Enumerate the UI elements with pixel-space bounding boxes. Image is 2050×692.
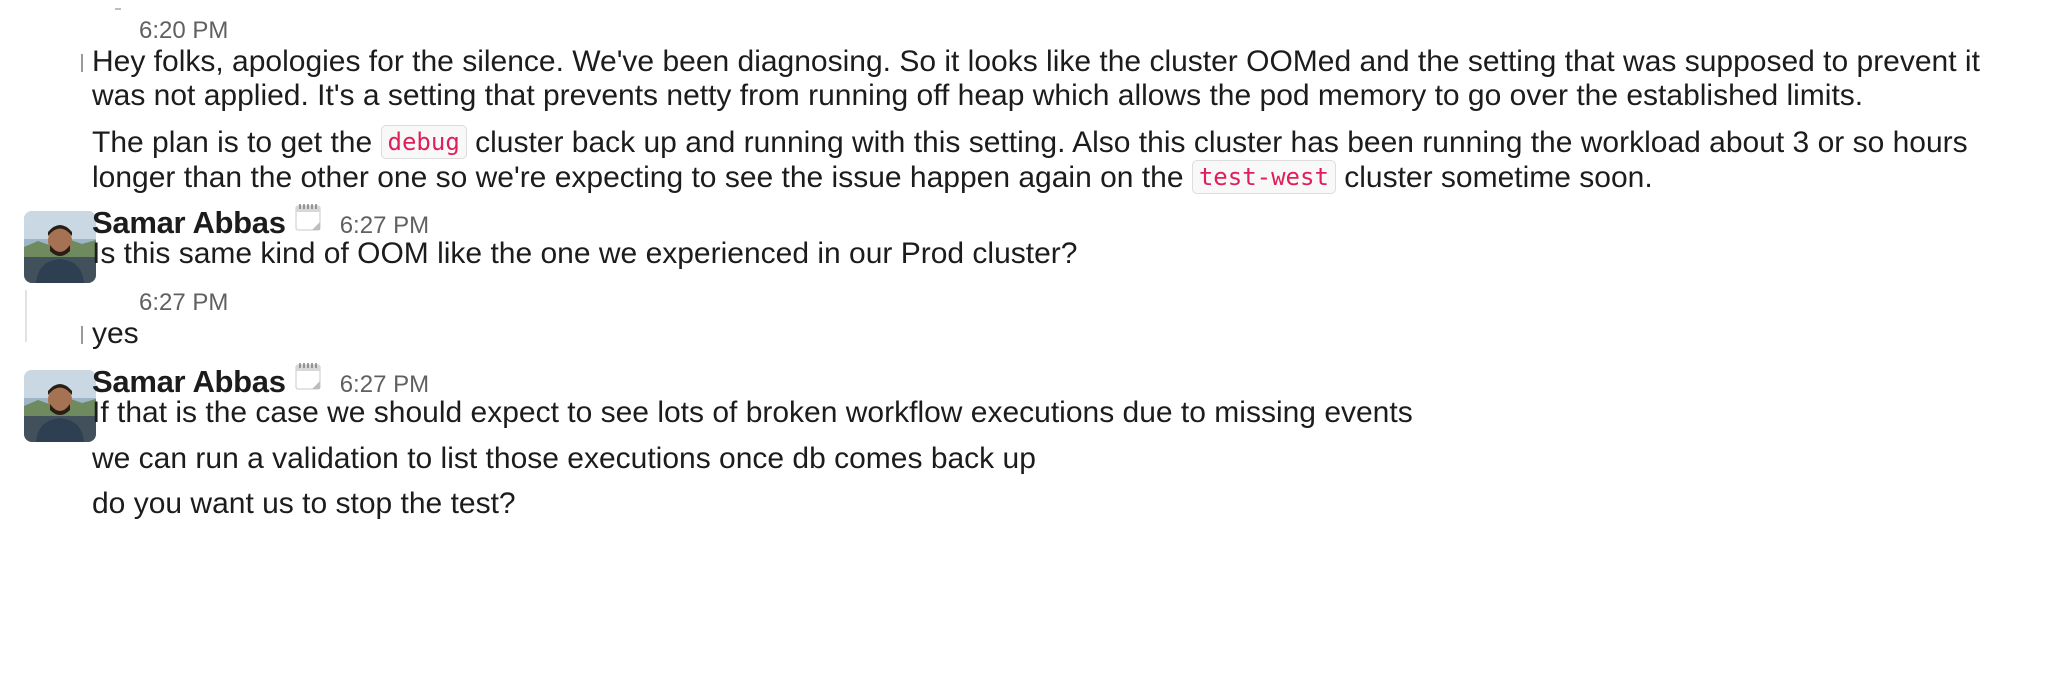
message-text: Is this same kind of OOM like the one we… [92, 237, 1078, 270]
message-text: we can run a validation to list those ex… [92, 442, 1036, 475]
avatar[interactable] [24, 370, 96, 442]
message-line: was not applied. It's a setting that pre… [92, 79, 1864, 112]
avatar[interactable] [24, 211, 96, 283]
message-text: If that is the case we should expect to … [92, 396, 1413, 429]
calendar-icon[interactable] [294, 203, 324, 233]
thread-indicator [25, 290, 27, 342]
message-text: yes [92, 317, 139, 350]
inline-code: test-west [1191, 160, 1336, 194]
message-text: do you want us to stop the test? [92, 487, 516, 520]
avatar-image [24, 211, 96, 283]
text-cursor-icon [81, 326, 83, 344]
message-text: The plan is to get the debug cluster bac… [92, 120, 1968, 200]
inline-code: debug [380, 125, 467, 159]
text-segment: longer than the other one so we're expec… [92, 161, 1192, 194]
text-segment: cluster sometime soon. [1335, 161, 1653, 194]
calendar-icon[interactable] [294, 362, 324, 392]
message-text: Hey folks, apologies for the silence. We… [92, 40, 1980, 118]
message-timestamp[interactable]: 6:27 PM [139, 289, 228, 317]
avatar-image [24, 370, 96, 442]
truncated-mark [115, 8, 121, 10]
text-cursor-icon [81, 54, 83, 72]
